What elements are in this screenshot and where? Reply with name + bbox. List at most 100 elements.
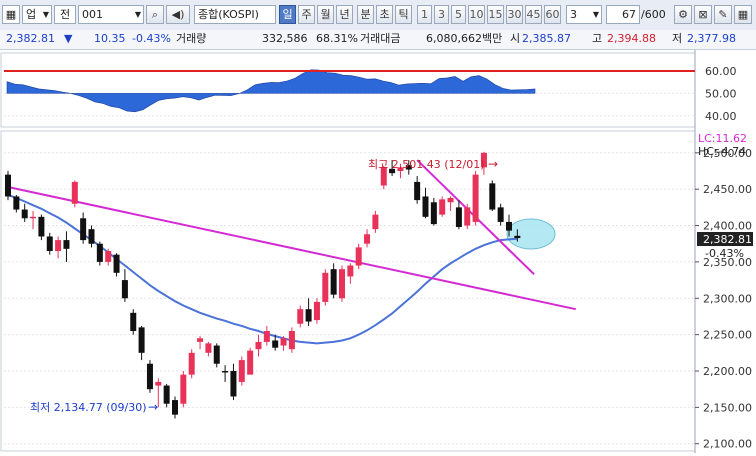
info-bar: 2,382.81 ▼ 10.35 -0.43% 거래량 332,586 68.3… [0, 30, 756, 50]
candle-body [180, 374, 187, 404]
candle[interactable] [130, 309, 137, 335]
period-day-label: 일 [282, 8, 293, 21]
interval-30-label: 30 [507, 8, 522, 21]
indicator-tick-label: 60.00 [705, 65, 737, 78]
candle-body [263, 331, 270, 342]
candle-body [305, 309, 312, 322]
candle-body [422, 196, 429, 217]
info-open: 2,385.87 [522, 32, 571, 45]
candle[interactable] [5, 171, 11, 201]
period-year[interactable]: 년 [336, 5, 353, 24]
chart-edit-icon[interactable]: ✎ [714, 5, 732, 24]
interval-1[interactable]: 1 [417, 5, 432, 24]
interval-15[interactable]: 15 [487, 5, 504, 24]
candle[interactable] [180, 371, 187, 408]
candle-body [364, 234, 371, 244]
info-open-label: 시 [510, 32, 521, 45]
candle-body [163, 385, 170, 404]
code-input[interactable]: 001 ▼ [78, 5, 144, 24]
info-volume-label: 거래량 [176, 32, 207, 45]
interval-3[interactable]: 3 [434, 5, 449, 24]
period-day[interactable]: 일 [279, 5, 296, 24]
chevron-down-icon: ▼ [42, 10, 49, 19]
candle[interactable] [339, 265, 345, 302]
period-second-label: 초 [379, 8, 390, 21]
market-select-label: 업 [26, 8, 37, 21]
candle[interactable] [322, 269, 329, 306]
market-select[interactable]: 업 ▼ [22, 5, 52, 24]
last-change-label: -0.43% [705, 247, 744, 260]
price-tick-label: 2,400.00 [703, 220, 752, 233]
candle-body [506, 221, 512, 231]
candle[interactable] [238, 356, 245, 386]
candle[interactable] [71, 180, 78, 208]
candle-body [339, 269, 345, 299]
candle-body [489, 183, 496, 210]
period-minute[interactable]: 분 [357, 5, 374, 24]
period-second[interactable]: 초 [376, 5, 393, 24]
speaker-icon[interactable]: ◀) [166, 5, 190, 24]
candle[interactable] [472, 171, 479, 226]
interval-10-label: 10 [469, 8, 484, 21]
candle[interactable] [439, 196, 446, 217]
candle[interactable] [464, 203, 471, 230]
search-icon[interactable]: ⌕ [146, 5, 164, 24]
candle-body [238, 360, 245, 382]
candle-body [88, 229, 95, 244]
candle-body [121, 280, 128, 299]
custom-interval-value: 3 [570, 8, 577, 21]
chevron-down-icon: ▼ [134, 10, 141, 19]
candle-body [313, 301, 320, 321]
count-input[interactable]: 67 [606, 5, 640, 24]
candle-body [288, 331, 295, 350]
candle-body [439, 199, 446, 215]
candle-body [230, 371, 237, 397]
info-amount: 6,080,662백만 [426, 32, 503, 45]
candle[interactable] [146, 360, 153, 393]
candle-body [414, 181, 421, 201]
chart-toggle-icon[interactable]: ⊠ [694, 5, 712, 24]
interval-60[interactable]: 60 [544, 5, 561, 24]
candle[interactable] [188, 349, 195, 379]
candle-body [71, 181, 78, 204]
period-tick[interactable]: 틱 [395, 5, 412, 24]
interval-10[interactable]: 10 [468, 5, 485, 24]
chart-settings-icon[interactable]: ⚙ [674, 5, 692, 24]
candle-body [38, 216, 45, 237]
low-arrow: → [148, 400, 158, 414]
candle-body [514, 235, 521, 239]
chart-area[interactable]: 60.00 50.00 40.00 2,500.00 2,450.00 2,400.00… [0, 50, 756, 453]
custom-interval-select[interactable]: 3 ▼ [566, 5, 602, 24]
candle[interactable] [313, 298, 320, 324]
candle-body [322, 272, 329, 302]
interval-45[interactable]: 45 [525, 5, 542, 24]
grid-icon[interactable]: ▦ [734, 5, 752, 24]
candle-body [13, 196, 20, 210]
interval-5[interactable]: 5 [451, 5, 466, 24]
candle[interactable] [38, 214, 45, 241]
candle-body [280, 338, 287, 346]
toolbar-left-icon[interactable]: ▦ [2, 5, 20, 24]
candle[interactable] [489, 180, 496, 211]
prefix-box[interactable]: 전 [54, 5, 76, 24]
name-input[interactable]: 종합(KOSPI) [194, 5, 276, 24]
interval-60-label: 60 [545, 8, 560, 21]
period-week[interactable]: 주 [298, 5, 315, 24]
candle-body [113, 254, 120, 273]
chart-svg[interactable]: 60.0050.0040.00 2,500.002,450.002,400.00… [0, 50, 756, 453]
period-month[interactable]: 월 [317, 5, 334, 24]
name-value: 종합(KOSPI) [198, 8, 259, 21]
candle[interactable] [247, 347, 254, 375]
period-minute-label: 분 [360, 8, 371, 21]
candle-body [497, 207, 504, 222]
candle[interactable] [288, 327, 295, 353]
interval-1-label: 1 [421, 8, 428, 21]
candle-body [222, 371, 229, 373]
interval-30[interactable]: 30 [506, 5, 523, 24]
lc-label: LC:11.62 [698, 132, 747, 145]
candle[interactable] [355, 243, 362, 270]
price-tick-label: 2,100.00 [703, 438, 752, 451]
count-value: 67 [622, 8, 636, 21]
candle-body [146, 363, 153, 390]
info-volume-ratio: 68.31% [316, 32, 358, 45]
